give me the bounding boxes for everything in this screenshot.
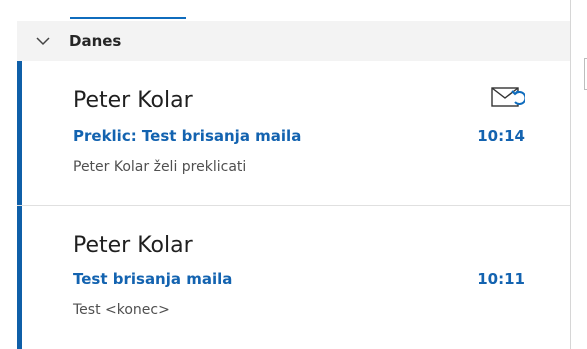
date-group-label: Danes (69, 32, 122, 50)
message-subject: Test brisanja maila (73, 270, 233, 288)
message-item-original[interactable]: Peter Kolar Test brisanja maila 10:11 Te… (17, 206, 570, 349)
message-preview: Peter Kolar želi preklicati (73, 159, 247, 175)
unread-indicator (17, 206, 22, 349)
recall-envelope-icon (491, 87, 525, 107)
message-preview: Test <konec> (73, 302, 170, 318)
message-item-recall[interactable]: Peter Kolar Preklic: Test brisanja maila… (17, 61, 570, 205)
message-sender: Peter Kolar (73, 88, 193, 113)
date-group-header[interactable]: Danes (17, 21, 570, 61)
pane-border (570, 0, 571, 349)
message-sender: Peter Kolar (73, 233, 193, 258)
message-time: 10:14 (477, 127, 525, 145)
chevron-down-icon[interactable] (33, 31, 53, 51)
unread-indicator (17, 61, 22, 205)
message-time: 10:11 (477, 270, 525, 288)
message-subject: Preklic: Test brisanja maila (73, 127, 302, 145)
active-tab-indicator (70, 17, 186, 19)
message-list: Danes Peter Kolar Preklic: Test brisanja… (0, 0, 587, 349)
